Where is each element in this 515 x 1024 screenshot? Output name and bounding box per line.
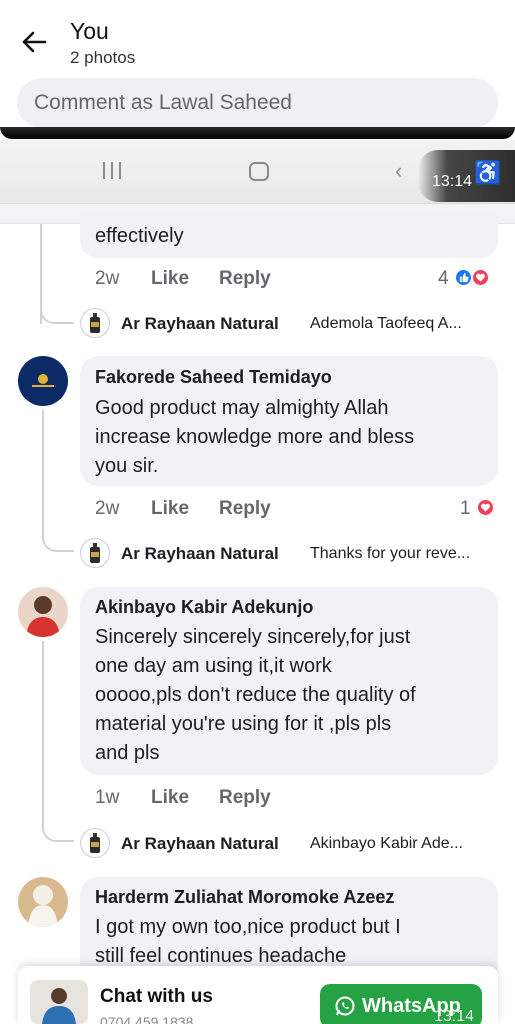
- comment-line: material you're using for it ,pls pls: [95, 713, 392, 735]
- comment-age: 1w: [95, 787, 120, 808]
- comment-age: 2w: [95, 268, 120, 289]
- comment-line: I got my own too,nice product but I: [95, 916, 401, 938]
- avatar[interactable]: [18, 877, 68, 927]
- reply-avatar[interactable]: [80, 308, 110, 338]
- thread-connector: [42, 641, 74, 842]
- love-reaction-icon: [471, 268, 490, 287]
- page-subtitle: 2 photos: [70, 48, 136, 67]
- like-button[interactable]: Like: [151, 498, 189, 520]
- page-title: You: [70, 18, 109, 44]
- comment-author[interactable]: Harderm Zuliahat Moromoke Azeez: [95, 887, 394, 908]
- comment-line: Good product may almighty Allah: [95, 397, 389, 419]
- bottle-icon: [90, 833, 100, 853]
- profile-photo-icon: [28, 885, 58, 927]
- reply-button[interactable]: Reply: [219, 498, 271, 520]
- comment-line: one day am using it,it work: [95, 655, 332, 677]
- reply-preview[interactable]: Ademola Taofeeq A...: [310, 315, 462, 333]
- love-reaction-icon: [476, 498, 495, 517]
- bottle-icon: [90, 543, 100, 563]
- comment-text: effectively: [95, 225, 184, 247]
- reaction-count: 4: [438, 268, 449, 289]
- reply-avatar[interactable]: [80, 538, 110, 568]
- back-arrow-icon: [22, 31, 47, 53]
- overlay-clock: 13:14: [434, 1008, 475, 1024]
- header-divider: [0, 127, 515, 139]
- thread-connector: [40, 300, 74, 324]
- reply-button[interactable]: Reply: [219, 787, 271, 809]
- reply-preview[interactable]: Akinbayo Kabir Ade...: [310, 835, 463, 853]
- like-button[interactable]: Like: [151, 787, 189, 809]
- comment-line: ooooo,pls don't reduce the quality of: [95, 684, 416, 706]
- comment-author[interactable]: Akinbayo Kabir Adekunjo: [95, 597, 313, 618]
- reaction-count: 1: [460, 498, 471, 519]
- chat-widget[interactable]: Chat with us 0704 459 1838 WhatsApp: [18, 966, 498, 1024]
- home-icon[interactable]: [249, 162, 269, 181]
- comment-author[interactable]: Fakorede Saheed Temidayo: [95, 367, 332, 388]
- accessibility-icon[interactable]: ♿: [474, 160, 501, 186]
- reply-author[interactable]: Ar Rayhaan Natural: [121, 834, 279, 854]
- reply-button[interactable]: Reply: [219, 268, 271, 290]
- comment-line: you sir.: [95, 455, 159, 477]
- comment-line: increase knowledge more and bless: [95, 426, 415, 448]
- chat-avatar: [30, 980, 88, 1024]
- avatar[interactable]: [18, 356, 68, 406]
- clock-time: 13:14: [432, 173, 473, 190]
- reply-preview[interactable]: Thanks for your reve...: [310, 545, 470, 563]
- avatar[interactable]: [18, 587, 68, 637]
- like-button[interactable]: Like: [151, 268, 189, 290]
- reply-author[interactable]: Ar Rayhaan Natural: [121, 544, 279, 564]
- reply-avatar[interactable]: [80, 828, 110, 858]
- photo-header: You 2 photos Comment as Lawal Saheed: [0, 0, 515, 140]
- chat-phone: 0704 459 1838: [100, 1014, 194, 1024]
- comment-age: 2w: [95, 498, 120, 519]
- whatsapp-icon: [335, 996, 355, 1016]
- recents-icon[interactable]: [103, 162, 121, 179]
- comment-line: and pls: [95, 742, 160, 764]
- profile-photo-icon: [26, 596, 60, 637]
- nav-back-icon[interactable]: ‹: [395, 158, 402, 184]
- back-button[interactable]: [18, 26, 50, 58]
- logo-icon: [32, 374, 54, 387]
- thread-connector: [42, 410, 74, 552]
- reply-author[interactable]: Ar Rayhaan Natural: [121, 314, 279, 334]
- chat-title: Chat with us: [100, 986, 213, 1007]
- bottle-icon: [90, 313, 100, 333]
- comment-input[interactable]: Comment as Lawal Saheed: [17, 78, 498, 128]
- comment-line: Sincerely sincerely sincerely,for just: [95, 626, 411, 648]
